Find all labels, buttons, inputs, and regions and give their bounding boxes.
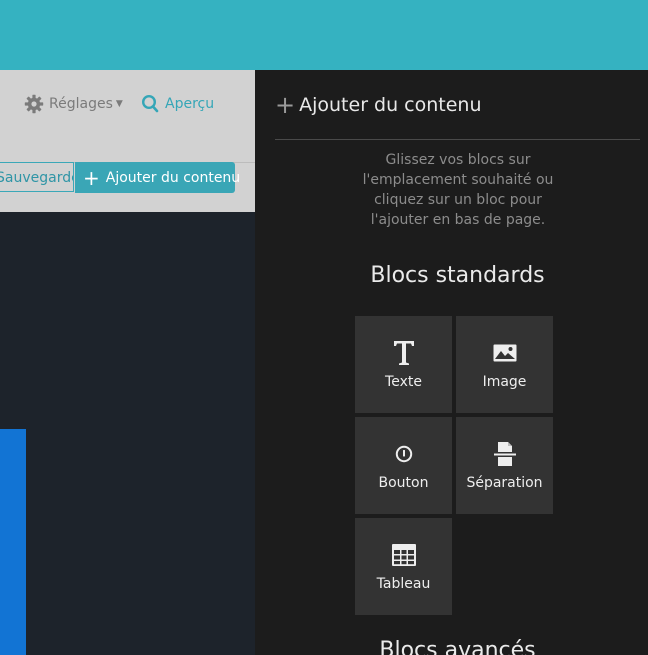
table-icon [391,541,416,569]
panel-title-text: Ajouter du contenu [299,94,482,116]
search-icon [141,94,159,113]
standard-blocks-title: Blocs standards [370,263,545,288]
preview-link[interactable]: Aperçu [141,94,214,114]
button-icon [395,440,413,468]
add-content-label: Ajouter du contenu [105,169,241,186]
advanced-blocks-title: Blocs avancés [379,638,536,655]
block-text[interactable]: Texte [355,316,452,413]
block-label: Séparation [466,474,543,491]
text-icon [393,339,415,367]
plus-icon: + [275,91,296,119]
add-content-panel: + Ajouter du contenu Glissez vos blocs s… [255,70,648,655]
panel-title: + Ajouter du contenu [275,92,482,118]
gear-icon [24,94,44,114]
preview-label: Aperçu [165,96,215,112]
divider [275,139,640,140]
save-button[interactable]: Sauvegarder [0,162,74,192]
plus-icon: + [83,165,100,190]
block-label: Texte [385,373,422,390]
block-button[interactable]: Bouton [355,417,452,514]
block-label: Image [482,373,527,390]
block-label: Bouton [378,474,429,491]
add-content-button[interactable]: + Ajouter du contenu [75,162,240,193]
separator-icon [493,440,516,468]
block-label: Tableau [376,575,431,592]
chevron-down-icon: ▼ [115,99,123,109]
settings-menu[interactable]: Réglages ▼ [24,94,123,114]
toolbar-top-row: Réglages ▼ Aperçu [0,70,255,163]
editor-toolbar: Réglages ▼ Aperçu Sauvegarder + Ajouter … [0,70,255,212]
block-separator[interactable]: Séparation [456,417,553,514]
top-bar [0,0,648,70]
panel-description: Glissez vos blocs sur l'emplacement souh… [362,152,554,228]
block-table[interactable]: Tableau [355,518,452,615]
block-image[interactable]: Image [456,316,553,413]
settings-label: Réglages [49,96,113,112]
canvas-blue-element[interactable] [0,429,26,655]
image-icon [493,339,517,367]
